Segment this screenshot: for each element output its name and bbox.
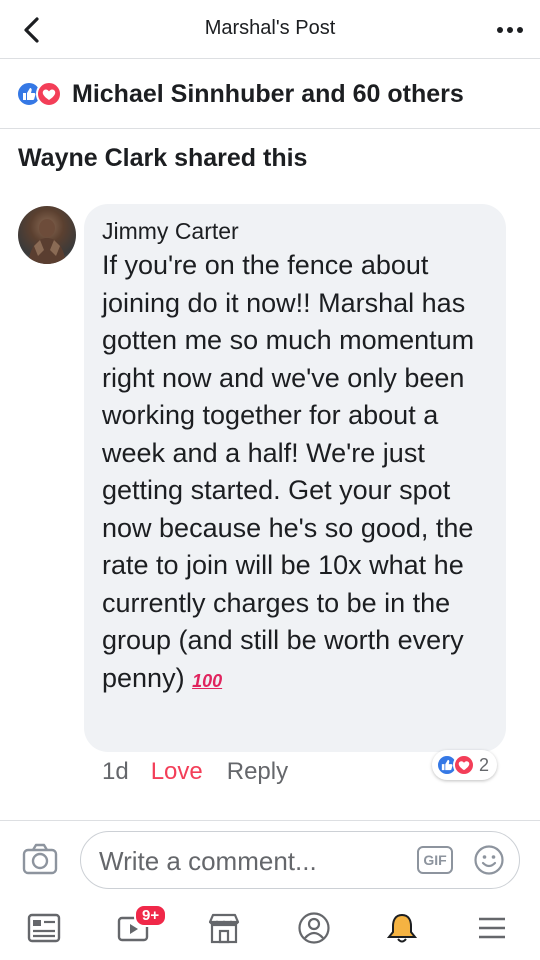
emoji-button[interactable] xyxy=(473,844,505,876)
hundred-points-emoji: 100 xyxy=(192,670,223,691)
gif-button[interactable]: GIF xyxy=(417,846,453,874)
comment-placeholder: Write a comment... xyxy=(99,846,317,876)
emoji-icon xyxy=(474,845,504,875)
reply-button[interactable]: Reply xyxy=(227,758,288,786)
notification-badge: 9+ xyxy=(134,904,168,927)
comment-composer: Write a comment... GIF xyxy=(0,820,540,898)
avatar[interactable] xyxy=(18,206,76,264)
reactions-divider xyxy=(0,128,540,129)
comment-meta: 1d Love Reply xyxy=(102,758,288,786)
header-divider xyxy=(0,58,540,59)
profile-icon xyxy=(298,912,330,944)
comment-reactions[interactable]: 2 xyxy=(432,750,498,780)
comment-bubble: Jimmy Carter If you're on the fence abou… xyxy=(84,204,506,752)
comment-author[interactable]: Jimmy Carter xyxy=(102,218,490,245)
love-reaction-icon xyxy=(36,81,62,107)
shared-by-text: Wayne Clark shared this xyxy=(18,144,308,172)
comment-body: If you're on the fence about joining do … xyxy=(102,250,475,693)
camera-icon xyxy=(22,843,58,875)
marketplace-icon xyxy=(208,913,240,944)
post-reaction-icons xyxy=(16,81,62,107)
menu-icon xyxy=(479,917,505,939)
tab-news-feed[interactable] xyxy=(24,908,64,948)
post-reactions-row[interactable]: Michael Sinnhuber and 60 others xyxy=(0,60,540,128)
more-icon xyxy=(497,27,523,33)
news-feed-icon xyxy=(27,913,61,943)
bottom-tab-bar: 9+ xyxy=(0,898,540,960)
comment-time: 1d xyxy=(102,758,129,785)
comment-input[interactable]: Write a comment... GIF xyxy=(80,831,520,889)
more-button[interactable] xyxy=(490,12,530,48)
love-button[interactable]: Love xyxy=(151,758,203,786)
tab-profile[interactable] xyxy=(294,908,334,948)
camera-button[interactable] xyxy=(22,843,58,875)
tab-marketplace[interactable] xyxy=(204,908,244,948)
comment-reaction-count: 2 xyxy=(479,754,490,775)
reactors-summary[interactable]: Michael Sinnhuber and 60 others xyxy=(72,80,464,109)
page-title: Marshal's Post xyxy=(204,17,336,39)
tab-notifications[interactable] xyxy=(382,908,422,948)
love-reaction-icon xyxy=(453,754,475,776)
notifications-icon xyxy=(386,913,418,943)
top-bar: Marshal's Post xyxy=(0,0,540,58)
comment-text: If you're on the fence about joining do … xyxy=(102,247,490,700)
tab-menu[interactable] xyxy=(472,908,512,948)
